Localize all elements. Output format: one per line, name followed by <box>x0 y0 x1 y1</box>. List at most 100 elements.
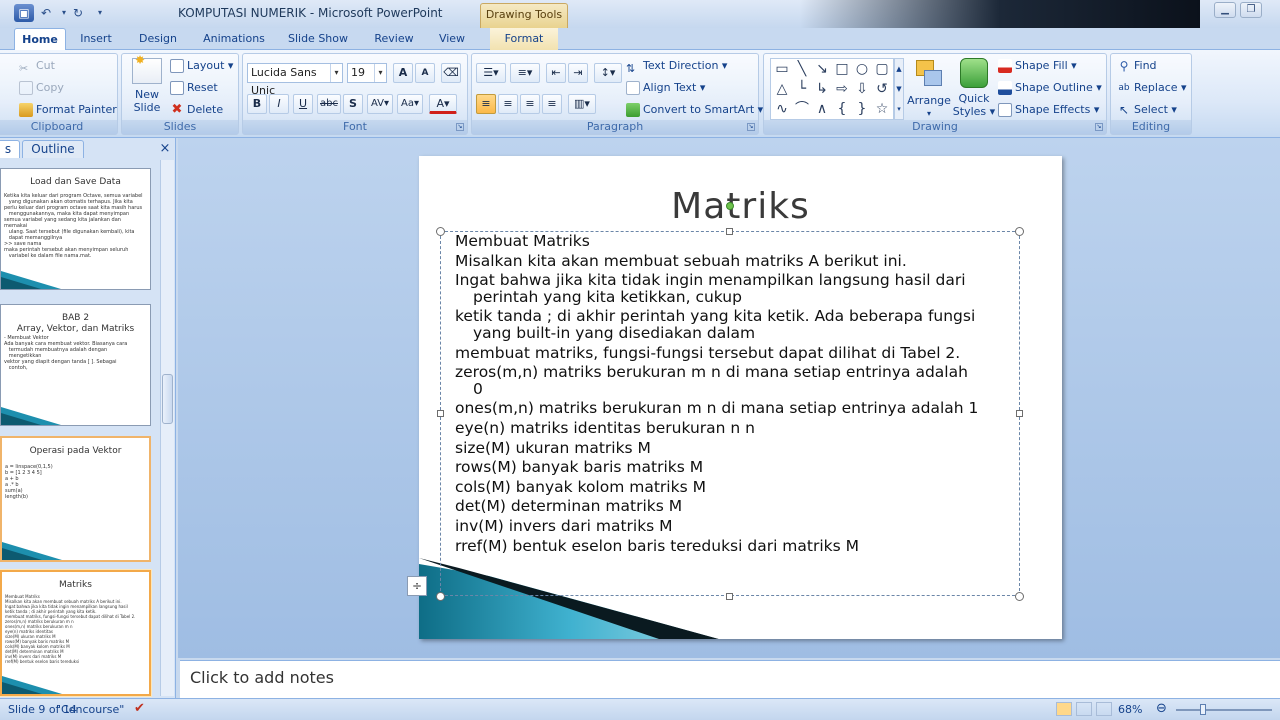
tab-format[interactable]: Format <box>490 28 558 50</box>
curve-shape-icon[interactable]: ∿ <box>773 100 791 118</box>
left-brace-shape-icon[interactable]: { <box>833 100 851 118</box>
arrow-shape-icon[interactable]: ↘ <box>813 60 831 78</box>
columns-icon[interactable]: ▥▾ <box>568 94 596 114</box>
line-shape-icon[interactable]: ╲ <box>793 60 811 78</box>
resize-handle[interactable] <box>436 592 445 601</box>
autofit-options-icon[interactable]: ÷ <box>407 576 427 596</box>
rotate-handle-icon[interactable] <box>726 202 734 210</box>
tab-outline[interactable]: Outline <box>22 140 84 158</box>
slide[interactable]: Matriks Membuat Matriks Misalkan kita aka… <box>419 156 1062 639</box>
right-brace-shape-icon[interactable]: } <box>853 100 871 118</box>
quick-styles-button[interactable]: Quick Styles ▾ <box>952 58 996 118</box>
underline-button[interactable]: U <box>293 94 313 114</box>
select-button[interactable]: ↖ Select ▾ <box>1117 100 1177 120</box>
layout-button[interactable]: Layout ▾ <box>170 56 233 76</box>
slide-title[interactable]: Matriks <box>419 186 1062 227</box>
save-icon[interactable]: ▣ <box>14 4 34 22</box>
tab-slide-show[interactable]: Slide Show <box>284 28 352 50</box>
tab-insert[interactable]: Insert <box>72 28 120 50</box>
shapes-gallery[interactable]: ▭ ╲ ↘ □ ○ ▢ △ └ ↳ ⇨ ⇩ ↺ ∿ ⌒ ∧ { } ☆ <box>770 58 894 120</box>
down-arrow-shape-icon[interactable]: ⇩ <box>853 80 871 98</box>
shape-fill-button[interactable]: Shape Fill ▾ <box>998 56 1077 76</box>
close-pane-icon[interactable]: × <box>158 140 172 158</box>
shrink-font-button[interactable]: A <box>415 63 435 83</box>
elbow-arrow-shape-icon[interactable]: ↳ <box>813 80 831 98</box>
arrange-button[interactable]: Arrange ▾ <box>906 58 952 120</box>
find-button[interactable]: ⚲ Find <box>1117 56 1157 76</box>
resize-handle[interactable] <box>437 410 444 417</box>
resize-handle[interactable] <box>436 227 445 236</box>
new-slide-button[interactable]: ✸ New Slide <box>126 54 168 114</box>
triangle-shape-icon[interactable]: △ <box>773 80 791 98</box>
convert-smartart-button[interactable]: Convert to SmartArt ▾ <box>626 100 763 120</box>
zoom-slider-thumb[interactable] <box>1200 704 1206 715</box>
grow-font-button[interactable]: A <box>393 63 413 83</box>
oval-shape-icon[interactable]: ○ <box>853 60 871 78</box>
zoom-level[interactable]: 68% <box>1118 703 1142 716</box>
zoom-out-icon[interactable]: ⊖ <box>1156 701 1167 716</box>
reset-button[interactable]: Reset <box>170 78 218 98</box>
font-family-combo[interactable]: Lucida Sans Unic ▾ <box>247 63 343 97</box>
arc-shape-icon[interactable]: ⌒ <box>793 100 811 118</box>
resize-handle[interactable] <box>1016 410 1023 417</box>
italic-button[interactable]: I <box>269 94 289 114</box>
tab-view[interactable]: View <box>432 28 472 50</box>
strikethrough-button[interactable]: abc <box>317 94 341 114</box>
numbering-icon[interactable]: ≡▾ <box>510 63 540 83</box>
tab-slides[interactable]: s <box>0 140 20 158</box>
spellcheck-icon[interactable]: ✔ <box>134 701 145 716</box>
circular-arrow-shape-icon[interactable]: ↺ <box>873 80 891 98</box>
align-left-icon[interactable]: ≡ <box>476 94 496 114</box>
resize-handle[interactable] <box>726 593 733 600</box>
paragraph-dialog-launcher-icon[interactable]: ↘ <box>747 123 755 131</box>
text-direction-button[interactable]: ⇅ Text Direction ▾ <box>626 56 727 76</box>
justify-icon[interactable]: ≡ <box>542 94 562 114</box>
scrollbar-thumb[interactable] <box>162 374 173 424</box>
tab-animations[interactable]: Animations <box>198 28 270 50</box>
freeform-shape-icon[interactable]: ∧ <box>813 100 831 118</box>
font-color-button[interactable]: A▾ <box>429 94 457 114</box>
zoom-slider[interactable] <box>1176 709 1272 711</box>
bullets-icon[interactable]: ☰▾ <box>476 63 506 83</box>
slide-thumbnail[interactable]: Load dan Save Data Ketika kita keluar da… <box>0 168 151 290</box>
font-dialog-launcher-icon[interactable]: ↘ <box>456 123 464 131</box>
resize-handle[interactable] <box>1015 227 1024 236</box>
text-shadow-button[interactable]: S <box>343 94 363 114</box>
resize-handle[interactable] <box>1015 592 1024 601</box>
rounded-rectangle-shape-icon[interactable]: ▢ <box>873 60 891 78</box>
replace-button[interactable]: ab Replace ▾ <box>1117 78 1186 98</box>
restore-icon[interactable]: ❐ <box>1240 2 1262 18</box>
format-painter-button[interactable]: Format Painter <box>19 100 117 120</box>
undo-icon[interactable]: ↶ <box>36 4 56 22</box>
slide-thumbnail[interactable]: BAB 2 Array, Vektor, dan Matriks - Membu… <box>0 304 151 426</box>
shapes-scroll[interactable]: ▲ ▼ ▾ <box>894 58 904 120</box>
drawing-dialog-launcher-icon[interactable]: ↘ <box>1095 123 1103 131</box>
normal-view-icon[interactable] <box>1056 702 1072 716</box>
elbow-connector-shape-icon[interactable]: └ <box>793 80 811 98</box>
character-spacing-button[interactable]: AV▾ <box>367 94 393 114</box>
rectangle-shape-icon[interactable]: □ <box>833 60 851 78</box>
slide-thumbnail[interactable]: Operasi pada Vektor a = linspace(0,1,5) … <box>0 436 151 562</box>
line-spacing-icon[interactable]: ↕▾ <box>594 63 622 83</box>
textbox-shape-icon[interactable]: ▭ <box>773 60 791 78</box>
align-center-icon[interactable]: ≡ <box>498 94 518 114</box>
font-size-combo[interactable]: 19 ▾ <box>347 63 387 83</box>
notes-pane[interactable]: Click to add notes <box>180 660 1280 698</box>
right-arrow-shape-icon[interactable]: ⇨ <box>833 80 851 98</box>
change-case-button[interactable]: Aa▾ <box>397 94 423 114</box>
decrease-indent-icon[interactable]: ⇤ <box>546 63 566 83</box>
minimize-icon[interactable]: ▁ <box>1214 2 1236 18</box>
align-text-button[interactable]: Align Text ▾ <box>626 78 705 98</box>
delete-button[interactable]: ✖ Delete <box>170 100 224 120</box>
tab-home[interactable]: Home <box>14 28 66 51</box>
cut-button[interactable]: ✂ Cut <box>19 56 55 76</box>
increase-indent-icon[interactable]: ⇥ <box>568 63 588 83</box>
clear-formatting-icon[interactable]: ⌫ <box>441 63 461 83</box>
redo-icon[interactable]: ↻ <box>68 4 88 22</box>
slide-show-view-icon[interactable] <box>1096 702 1112 716</box>
slide-sorter-view-icon[interactable] <box>1076 702 1092 716</box>
content-text[interactable]: Membuat Matriks Misalkan kita akan membua… <box>455 232 1015 556</box>
align-right-icon[interactable]: ≡ <box>520 94 540 114</box>
tab-design[interactable]: Design <box>134 28 182 50</box>
copy-button[interactable]: Copy <box>19 78 64 98</box>
